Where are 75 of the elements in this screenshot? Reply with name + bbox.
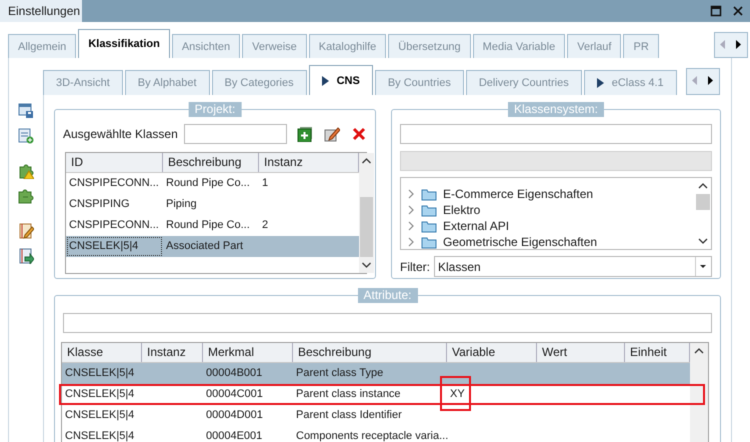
puzzle-warning-icon[interactable] bbox=[18, 163, 34, 179]
table-cell-text: 1 bbox=[261, 176, 270, 191]
table-row[interactable]: CNSELEK|5|4 00004C001 Parent class instance XY bbox=[62, 384, 690, 405]
column-header[interactable]: Variable bbox=[447, 343, 537, 362]
tree-item[interactable]: E-Commerce Eigenschaften bbox=[443, 187, 594, 201]
table-cell: CNSELEK|5|4 bbox=[66, 236, 163, 257]
column-header[interactable]: Wert bbox=[537, 343, 625, 362]
table-cell-text: Parent class Type bbox=[295, 366, 384, 381]
table-cell-text: 00004C001 bbox=[205, 387, 264, 402]
table-cell-text: Associated Part bbox=[165, 239, 244, 254]
table-cell-text: Parent class instance bbox=[295, 387, 402, 402]
chevron-icon[interactable] bbox=[407, 237, 415, 247]
input-field[interactable] bbox=[400, 124, 712, 144]
scrollbar-thumb[interactable] bbox=[696, 194, 710, 210]
table-cell-text: CNSELEK|5|4 bbox=[64, 408, 136, 423]
group-title: Klassensystem: bbox=[508, 102, 604, 117]
table-cell: XY bbox=[447, 384, 537, 405]
table-row[interactable]: CNSPIPECONN... Round Pipe Co... 1 bbox=[66, 173, 359, 194]
tree-item[interactable]: External API bbox=[443, 219, 510, 233]
column-header[interactable]: Instanz bbox=[142, 343, 203, 362]
input-field[interactable] bbox=[184, 124, 287, 144]
column-header[interactable]: Merkmal bbox=[203, 343, 293, 362]
table-cell-text: CNSPIPING bbox=[68, 197, 131, 212]
tab[interactable]: CNS bbox=[308, 65, 373, 95]
folder-icon bbox=[421, 204, 437, 216]
input-field[interactable] bbox=[63, 313, 712, 333]
close-icon[interactable] bbox=[732, 5, 744, 17]
tree-item[interactable]: Elektro bbox=[443, 203, 480, 217]
folder-icon bbox=[421, 236, 437, 248]
table-cell-text: Round Pipe Co... bbox=[165, 176, 251, 191]
window-disk-icon[interactable] bbox=[18, 103, 34, 119]
table-cell-text: 00004D001 bbox=[205, 408, 264, 423]
column-header[interactable]: Beschreibung bbox=[163, 153, 259, 172]
delete-icon[interactable] bbox=[351, 126, 367, 142]
field-label: Filter: bbox=[400, 260, 430, 274]
chevron-icon[interactable] bbox=[407, 205, 415, 215]
field-label: Ausgewählte Klassen bbox=[63, 127, 178, 141]
chevron-icon[interactable] bbox=[407, 189, 415, 199]
table-cell-text: 00004E001 bbox=[205, 429, 264, 442]
group-title: Attribute: bbox=[357, 288, 418, 303]
table-cell-text: Round Pipe Co... bbox=[165, 218, 251, 233]
edit-icon[interactable] bbox=[324, 126, 340, 142]
table-cell-text: Components receptacle varia... bbox=[295, 429, 447, 442]
add-icon[interactable] bbox=[297, 126, 313, 142]
tab[interactable]: Klassifikation bbox=[78, 29, 170, 58]
notebook-pencil-icon[interactable] bbox=[18, 223, 34, 239]
table-cell-text: CNSPIPECONN... bbox=[68, 176, 160, 191]
table-cell-text: Parent class Identifier bbox=[295, 408, 403, 423]
folder-icon bbox=[421, 188, 437, 200]
table-row[interactable]: CNSELEK|5|4 00004E001 Components receptacle varia... bbox=[62, 426, 690, 442]
maximize-icon[interactable] bbox=[710, 5, 722, 17]
table-cell-text: CNSELEK|5|4 bbox=[64, 366, 136, 381]
document-plus-icon[interactable] bbox=[18, 128, 34, 144]
table-cell-text: 00004B001 bbox=[205, 366, 264, 381]
filter-dropdown[interactable]: Klassen bbox=[434, 256, 712, 277]
column-header[interactable]: Beschreibung bbox=[293, 343, 447, 362]
table-row[interactable]: CNSPIPECONN... Round Pipe Co... 2 bbox=[66, 215, 359, 236]
window-title: Einstellungen bbox=[0, 0, 82, 22]
chevron-icon[interactable] bbox=[407, 221, 415, 231]
table-row[interactable]: CNSELEK|5|4 Associated Part bbox=[66, 236, 359, 257]
table-cell-text: Piping bbox=[165, 197, 198, 212]
table-row[interactable]: CNSELEK|5|4 00004D001 Parent class Identifier bbox=[62, 405, 690, 426]
column-header[interactable]: ID bbox=[66, 153, 163, 172]
table-cell-text: 2 bbox=[261, 218, 270, 233]
table-row[interactable]: CNSELEK|5|4 00004B001 Parent class Type bbox=[62, 363, 690, 384]
folder-icon bbox=[421, 220, 437, 232]
scrollbar-thumb[interactable] bbox=[360, 197, 373, 257]
table-cell-text: CNSPIPECONN... bbox=[68, 218, 160, 233]
tree-item[interactable]: Geometrische Eigenschaften bbox=[443, 235, 598, 249]
puzzle-icon[interactable] bbox=[18, 188, 34, 204]
column-header[interactable]: Klasse bbox=[62, 343, 142, 362]
table-cell-text: CNSELEK|5|4 bbox=[64, 387, 136, 402]
table-row[interactable]: CNSPIPING Piping bbox=[66, 194, 359, 215]
group-title: Projekt: bbox=[188, 102, 242, 117]
table-cell-text: CNSELEK|5|4 bbox=[64, 429, 136, 442]
